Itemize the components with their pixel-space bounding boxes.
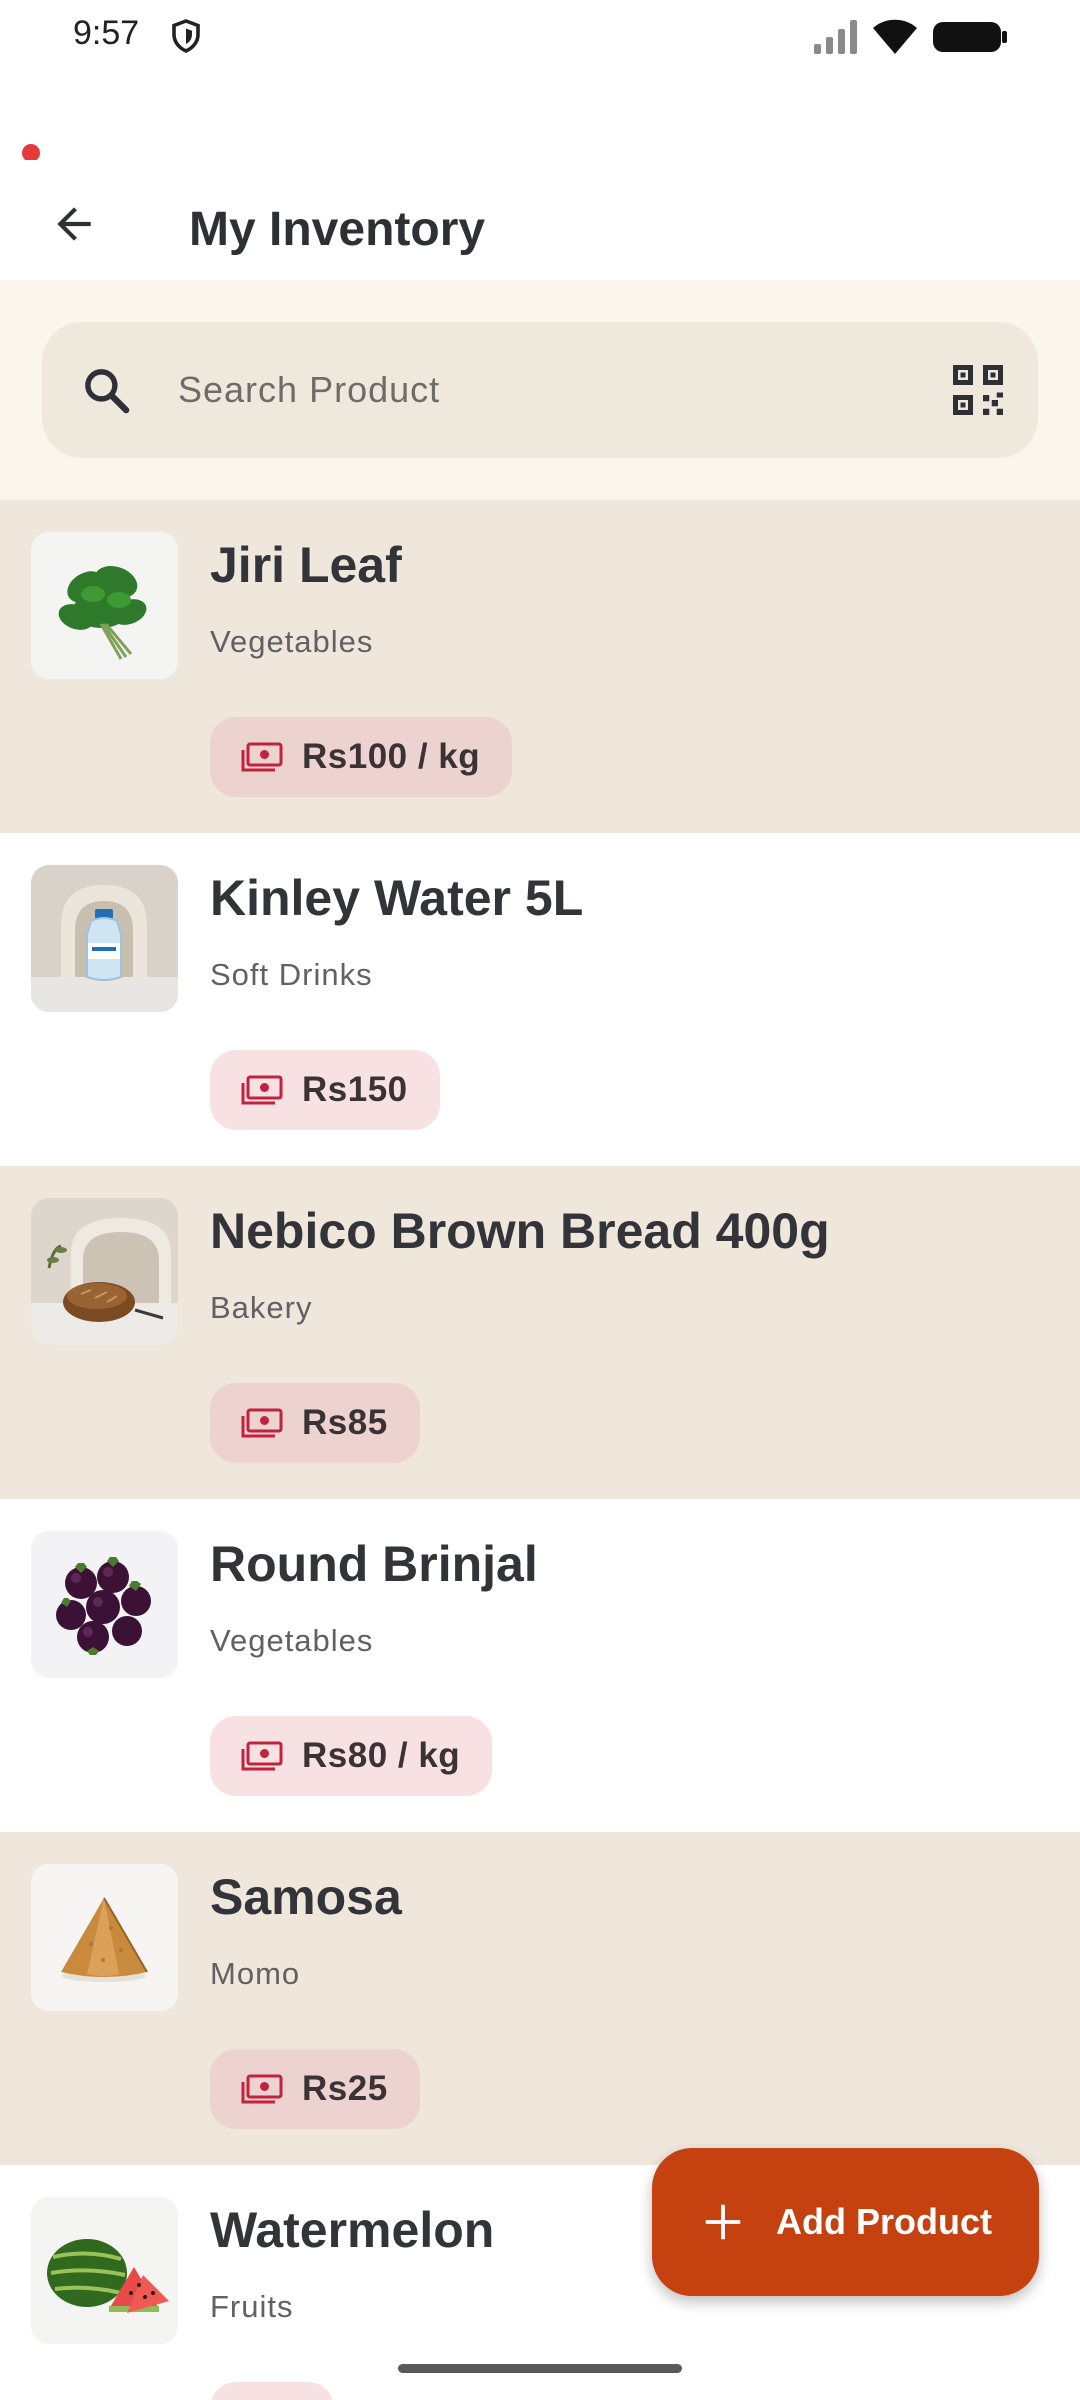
status-time: 9:57 <box>73 14 140 52</box>
money-icon <box>241 1741 283 1771</box>
money-icon <box>241 742 283 772</box>
product-price: Rs100 / kg <box>302 737 481 776</box>
money-icon <box>241 2074 283 2104</box>
product-category: Vegetables <box>210 1623 374 1658</box>
list-item[interactable]: Samosa Momo Rs25 <box>0 1832 1080 2165</box>
product-name: Round Brinjal <box>210 1536 538 1592</box>
product-category: Soft Drinks <box>210 957 373 992</box>
price-chip: Rs150 <box>210 1050 440 1130</box>
arrow-left-icon <box>57 207 91 241</box>
price-chip: Rs25 <box>210 2049 420 2129</box>
add-product-button[interactable]: Add Product <box>652 2148 1039 2296</box>
product-image-leafy-greens <box>31 532 178 679</box>
price-chip: Rs85 <box>210 1383 420 1463</box>
search-section <box>0 280 1080 500</box>
search-bar[interactable] <box>42 322 1038 458</box>
money-icon <box>241 1075 283 1105</box>
product-price: Rs80 / kg <box>302 1736 461 1775</box>
product-price: Rs25 <box>302 2069 388 2108</box>
list-item[interactable]: Nebico Brown Bread 400g Bakery Rs85 <box>0 1166 1080 1499</box>
status-bar: 9:57 <box>0 0 1080 72</box>
plus-icon <box>705 2204 741 2240</box>
home-indicator[interactable] <box>398 2364 682 2373</box>
wifi-icon <box>873 19 917 54</box>
product-name: Watermelon <box>210 2202 495 2258</box>
product-image-water-bottle <box>31 865 178 1012</box>
product-image-watermelon <box>31 2197 178 2344</box>
list-item[interactable]: Round Brinjal Vegetables Rs80 / kg <box>0 1499 1080 1832</box>
price-chip <box>210 2382 334 2400</box>
product-category: Fruits <box>210 2289 294 2324</box>
product-category: Vegetables <box>210 624 374 659</box>
product-image-samosa <box>31 1864 178 2011</box>
product-price: Rs85 <box>302 1403 388 1442</box>
battery-icon <box>933 22 1007 52</box>
page-title: My Inventory <box>189 203 486 256</box>
list-item[interactable]: Jiri Leaf Vegetables Rs100 / kg <box>0 500 1080 833</box>
price-chip: Rs100 / kg <box>210 717 513 797</box>
back-button[interactable] <box>36 186 112 262</box>
product-image-brinjals <box>31 1531 178 1678</box>
product-name: Samosa <box>210 1869 402 1925</box>
product-list: Jiri Leaf Vegetables Rs100 / kg Kinley W… <box>0 500 1080 2400</box>
product-name: Kinley Water 5L <box>210 870 584 926</box>
product-name: Nebico Brown Bread 400g <box>210 1203 830 1259</box>
search-icon <box>85 369 130 414</box>
list-item[interactable]: Kinley Water 5L Soft Drinks Rs150 <box>0 833 1080 1166</box>
product-image-bread-loaf <box>31 1198 178 1345</box>
app-bar: My Inventory <box>0 160 1080 280</box>
money-icon <box>241 1408 283 1438</box>
product-name: Jiri Leaf <box>210 537 402 593</box>
product-category: Bakery <box>210 1290 313 1325</box>
search-input[interactable] <box>178 358 938 422</box>
signal-icon <box>814 20 857 54</box>
product-price: Rs150 <box>302 1070 408 1109</box>
product-category: Momo <box>210 1956 301 1991</box>
qr-scan-icon[interactable] <box>948 360 1008 420</box>
price-chip: Rs80 / kg <box>210 1716 493 1796</box>
add-product-label: Add Product <box>776 2201 992 2242</box>
shield-icon <box>172 19 200 53</box>
